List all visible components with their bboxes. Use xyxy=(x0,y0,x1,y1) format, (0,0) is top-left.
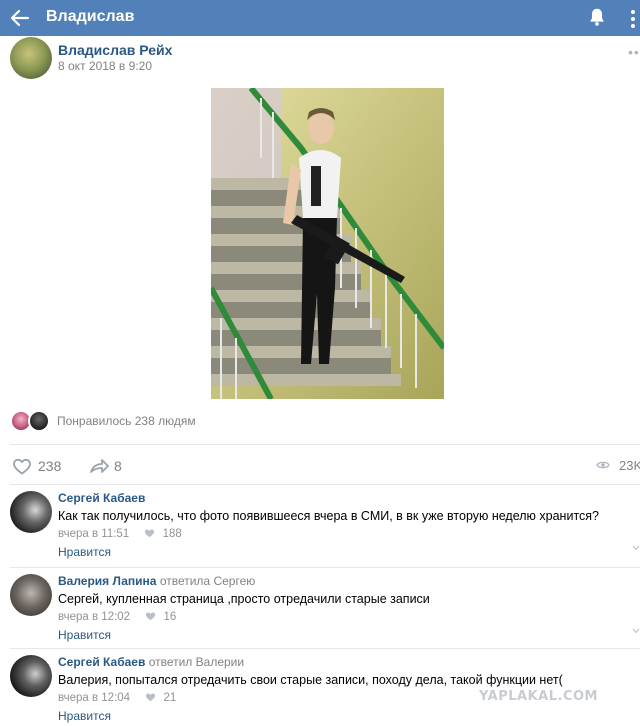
comment-like-button[interactable]: Нравится xyxy=(58,709,111,723)
comment-text: Сергей, купленная страница ,просто отред… xyxy=(58,592,430,606)
share-icon[interactable] xyxy=(89,457,109,475)
commenter-avatar[interactable] xyxy=(10,491,52,533)
page-title: Владислав xyxy=(46,8,135,25)
watermark: YAPLAKAL.COM xyxy=(479,689,598,704)
post-author-name[interactable]: Владислав Рейх xyxy=(58,42,172,58)
comment-header: Валерия Лапина ответила Сергею xyxy=(58,574,255,588)
divider xyxy=(10,567,640,568)
commenter-name[interactable]: Сергей Кабаев xyxy=(58,655,145,669)
heart-icon xyxy=(146,612,156,621)
comment-time: вчера в 12:02 xyxy=(58,611,131,623)
more-horizontal-icon[interactable]: ••• xyxy=(628,44,640,60)
commenter-avatar[interactable] xyxy=(10,655,52,697)
likers-avatars[interactable] xyxy=(10,410,52,432)
comment-meta: вчера в 12:02 16 xyxy=(58,611,176,623)
comment-like-button[interactable]: Нравится xyxy=(58,545,111,559)
chevron-down-icon[interactable] xyxy=(632,545,640,551)
comment-item: Сергей Кабаев Как так получилось, что фо… xyxy=(0,491,640,571)
bell-icon[interactable] xyxy=(586,6,608,28)
share-count[interactable]: 8 xyxy=(114,458,122,474)
post-author-avatar[interactable] xyxy=(10,37,52,79)
divider xyxy=(10,648,640,649)
comment-meta: вчера в 12:04 21 xyxy=(58,692,176,704)
commenter-name[interactable]: Валерия Лапина xyxy=(58,574,156,588)
heart-icon xyxy=(146,693,156,702)
arrow-left-icon[interactable] xyxy=(8,6,32,30)
like-count[interactable]: 238 xyxy=(38,458,61,474)
heart-icon xyxy=(145,529,155,538)
liker-avatar xyxy=(28,410,50,432)
commenter-name[interactable]: Сергей Кабаев xyxy=(58,491,145,505)
comment-like-count: 188 xyxy=(162,528,182,540)
comment-like-count: 21 xyxy=(163,692,177,704)
comment-time: вчера в 11:51 xyxy=(58,528,130,540)
post-actions: 238 8 23K xyxy=(0,450,640,480)
commenter-avatar[interactable] xyxy=(10,574,52,616)
comment-like-count: 16 xyxy=(163,611,177,623)
comment-text: Как так получилось, что фото появившееся… xyxy=(58,509,599,523)
post-photo[interactable] xyxy=(211,88,444,399)
top-bar: Владислав xyxy=(0,0,640,36)
more-vertical-icon[interactable] xyxy=(626,8,640,30)
divider xyxy=(10,484,640,485)
comment-text: Валерия, попытался отредачить свои стары… xyxy=(58,673,563,687)
comment-item: Валерия Лапина ответила Сергею Сергей, к… xyxy=(0,574,640,654)
reply-to-label[interactable]: ответил Валерии xyxy=(149,655,244,669)
comment-time: вчера в 12:04 xyxy=(58,692,131,704)
reply-to-label[interactable]: ответила Сергею xyxy=(160,574,255,588)
chevron-down-icon[interactable] xyxy=(632,628,640,634)
divider xyxy=(10,444,640,445)
likes-summary[interactable]: Понравилось 238 людям xyxy=(57,414,196,428)
comment-meta: вчера в 11:51 188 xyxy=(58,528,182,540)
heart-icon[interactable] xyxy=(12,457,32,475)
eye-icon xyxy=(596,461,610,469)
comment-like-button[interactable]: Нравится xyxy=(58,628,111,642)
comment-header: Сергей Кабаев xyxy=(58,491,145,505)
comment-header: Сергей Кабаев ответил Валерии xyxy=(58,655,244,669)
view-count: 23K xyxy=(619,458,640,473)
post-date: 8 окт 2018 в 9:20 xyxy=(58,59,152,73)
